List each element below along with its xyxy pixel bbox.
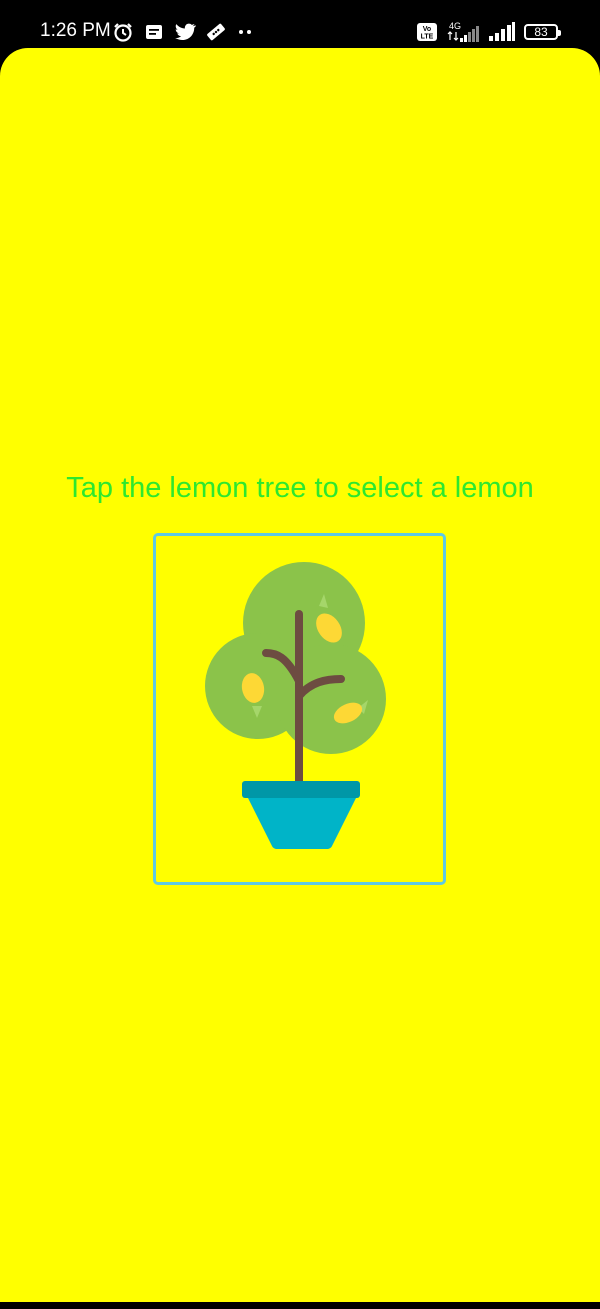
alarm-icon (112, 21, 134, 43)
twitter-icon (174, 22, 197, 42)
volte-icon: Vo LTE (416, 21, 438, 43)
system-icons: Vo LTE 4G 83 (416, 18, 561, 46)
more-notifications-icon (236, 27, 254, 37)
message-icon (144, 22, 164, 42)
notification-icons (112, 20, 254, 44)
svg-text:4G: 4G (449, 21, 461, 31)
lemon-tree-icon (205, 562, 386, 849)
battery-level: 83 (534, 25, 548, 39)
status-time: 1:26 PM (40, 20, 111, 41)
battery-icon: 83 (524, 24, 561, 40)
app-screen: Tap the lemon tree to select a lemon (0, 48, 600, 1302)
svg-text:LTE: LTE (421, 34, 434, 41)
navigation-bar (0, 1302, 600, 1309)
signal-4g-icon: 4G (446, 20, 480, 44)
svg-text:Vo: Vo (423, 26, 431, 33)
lemon-tree-button[interactable] (153, 533, 446, 885)
signal-icon (488, 21, 516, 43)
ticket-icon (206, 22, 226, 42)
prompt-text: Tap the lemon tree to select a lemon (66, 472, 534, 504)
